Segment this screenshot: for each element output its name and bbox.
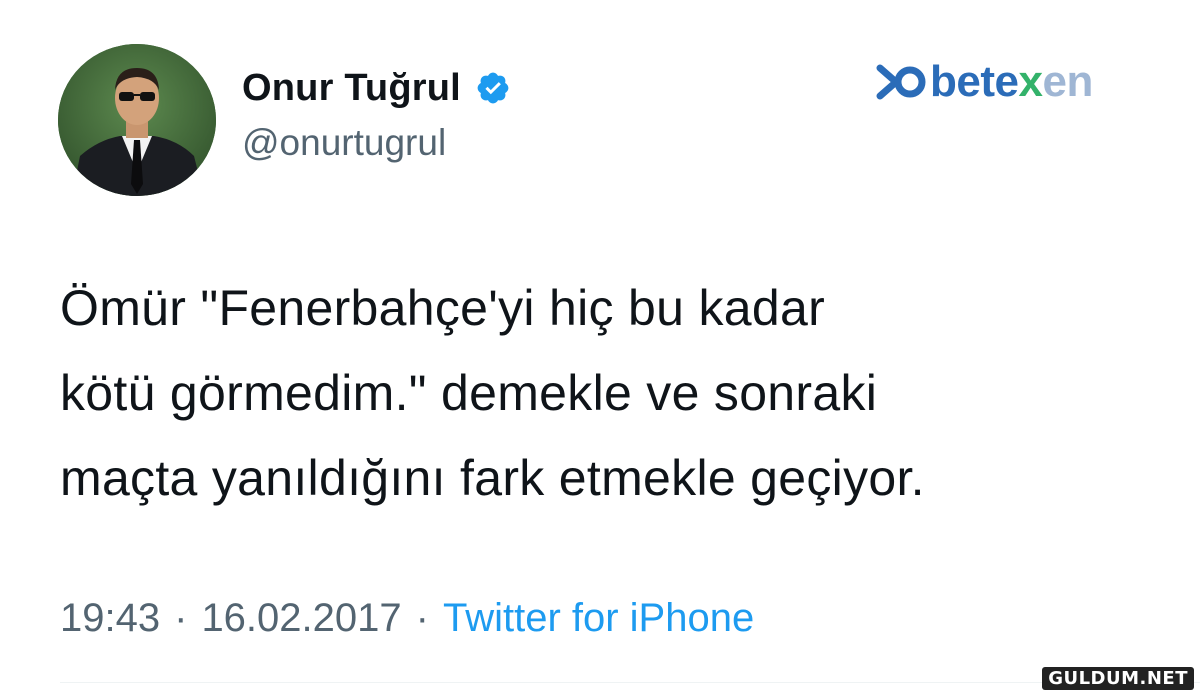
verified-badge-icon (477, 72, 509, 104)
tweet-meta: 19:43 · 16.02.2017 · Twitter for iPhone (60, 592, 754, 644)
brand-logo-part: x (1018, 57, 1043, 106)
brand-logo-part: en (1042, 57, 1093, 106)
tweet-date[interactable]: 16.02.2017 (201, 596, 401, 641)
tweet-text: Ömür "Fenerbahçe'yi hiç bu kadar kötü gö… (60, 280, 925, 506)
meta-separator: · (174, 595, 188, 640)
author-name-row[interactable]: Onur Tuğrul (242, 62, 511, 114)
avatar-photo (58, 44, 216, 196)
watermark: GULDUM.NET (1042, 667, 1194, 690)
tweet-time[interactable]: 19:43 (60, 596, 160, 641)
brand-logo: betexen (876, 56, 1093, 108)
author-display-name[interactable]: Onur Tuğrul (242, 67, 461, 110)
avatar[interactable] (58, 44, 216, 196)
meta-separator: · (415, 595, 429, 640)
tweet-source-link[interactable]: Twitter for iPhone (443, 596, 754, 641)
brand-logo-part: bet (930, 57, 995, 106)
divider (60, 682, 1200, 683)
betexen-logo-icon (876, 64, 926, 100)
author-handle[interactable]: @onurtugrul (242, 122, 446, 164)
brand-logo-part: e (994, 57, 1019, 106)
brand-logo-wordmark: betexen (930, 60, 1093, 104)
